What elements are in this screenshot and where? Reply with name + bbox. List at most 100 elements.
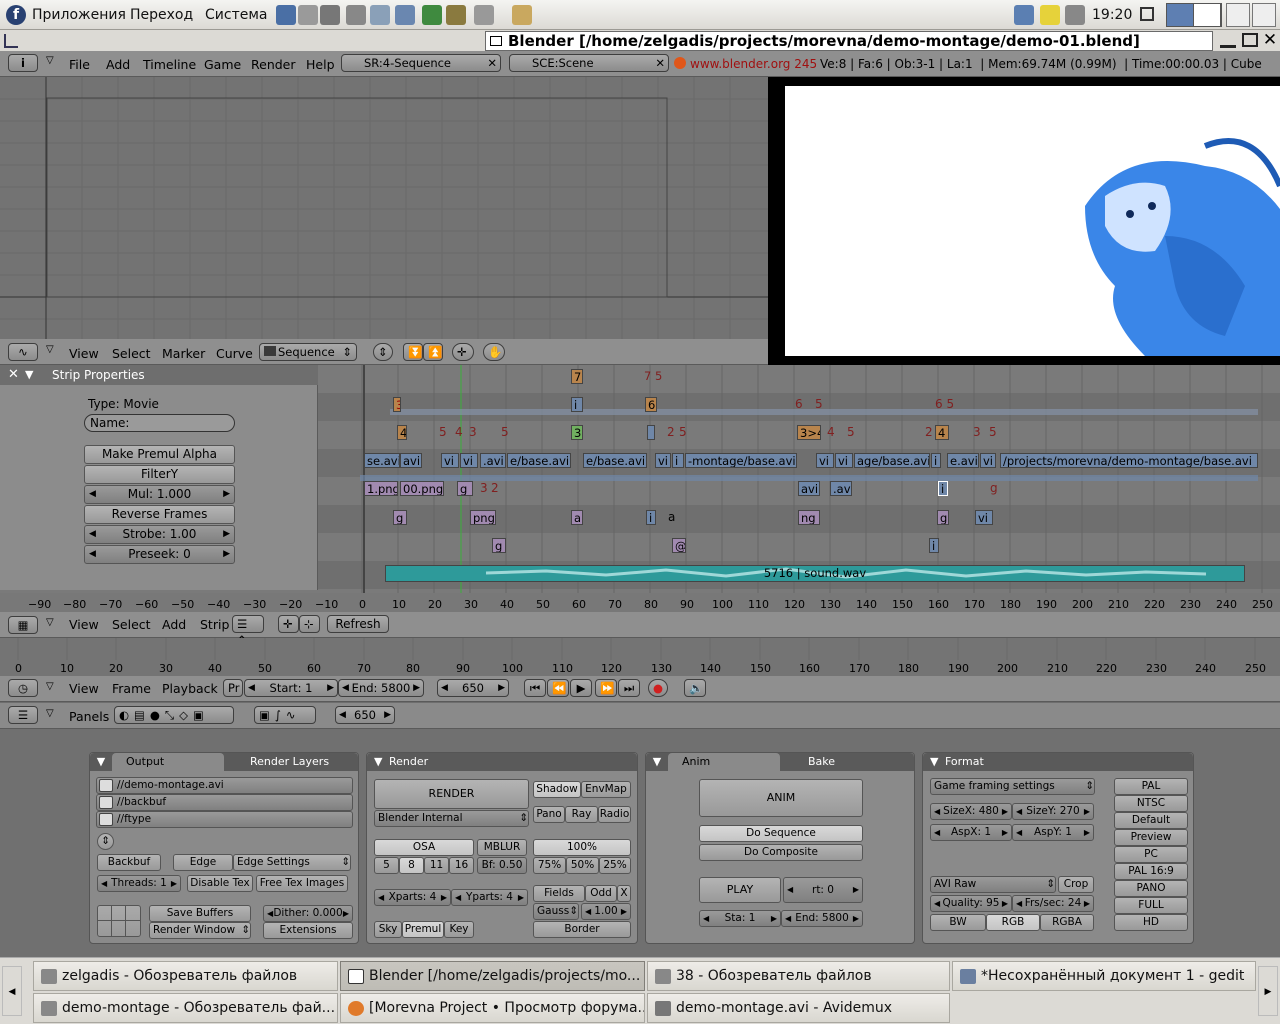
rgba-toggle[interactable]: RGBA: [1040, 914, 1094, 931]
task-file-manager-demo-montage[interactable]: demo-montage - Обозреватель фай...: [33, 993, 338, 1023]
rt-field[interactable]: ◀ rt: 0 ▶: [783, 877, 863, 903]
editor-type-timeline-icon[interactable]: ◷: [8, 679, 38, 697]
seq-menu-view[interactable]: View: [69, 617, 99, 632]
ipo-pin-icon[interactable]: ⏬: [403, 343, 423, 361]
key-toggle[interactable]: Key: [444, 921, 474, 938]
strip-name-field[interactable]: Name:: [84, 414, 235, 432]
osa-16[interactable]: 16: [449, 857, 474, 874]
ray-toggle[interactable]: Ray: [565, 806, 598, 823]
subcontext-buttons-group[interactable]: ▣∫∿: [254, 706, 316, 724]
seq-strip[interactable]: se.avi: [364, 453, 400, 468]
ipo-menu-marker[interactable]: Marker: [162, 346, 205, 361]
folder-icon[interactable]: [99, 779, 113, 792]
seq-strip[interactable]: vi: [975, 510, 993, 525]
seq-strip[interactable]: 4: [935, 425, 949, 440]
editor-type-sequencer-icon[interactable]: ▦: [8, 616, 38, 634]
seq-border-icon[interactable]: ⊹: [299, 615, 320, 633]
seq-strip[interactable]: @: [672, 538, 686, 553]
context-buttons-group[interactable]: ◐▤●⤡◇▣: [114, 706, 234, 724]
anim-button[interactable]: ANIM: [699, 779, 863, 817]
task-avidemux[interactable]: demo-montage.avi - Avidemux: [647, 993, 950, 1023]
preseek-field[interactable]: ◀ Preseek: 0 ▶: [84, 545, 235, 564]
start-frame-field[interactable]: ◀ Start: 1 ▶: [244, 679, 338, 697]
task-firefox-forum[interactable]: [Morevna Project • Просмотр форума...: [340, 993, 645, 1023]
audio-sync-icon[interactable]: 🔈: [684, 679, 706, 697]
play-anim-button[interactable]: PLAY: [699, 877, 781, 903]
seq-zoom-icon[interactable]: ✛: [278, 615, 299, 633]
collapse-arrow-icon[interactable]: ▽: [46, 617, 54, 628]
screen-selector[interactable]: SR:4-Sequence ✕: [341, 54, 501, 72]
anim-end-field[interactable]: ◀ End: 5800 ▶: [781, 910, 863, 927]
preset-pc[interactable]: PC: [1114, 846, 1188, 863]
taskbar-scroll-left[interactable]: ◀: [2, 966, 22, 1016]
seq-strip[interactable]: e/base.avi: [583, 453, 647, 468]
launcher-icon-6[interactable]: [395, 5, 415, 25]
save-buffers-button[interactable]: Save Buffers: [149, 905, 251, 922]
yparts-field[interactable]: ◀ Yparts: 4 ▶: [451, 889, 528, 906]
record-button[interactable]: ●: [648, 679, 668, 697]
close-button[interactable]: ✕: [1262, 31, 1278, 49]
prev-key-button[interactable]: ⏪: [547, 679, 569, 697]
odd-toggle[interactable]: Odd: [585, 885, 617, 902]
scene-link-dropdown[interactable]: ⇕: [97, 833, 114, 850]
next-key-button[interactable]: ⏩: [595, 679, 617, 697]
ipo-editor[interactable]: [0, 77, 768, 339]
workspace-switcher[interactable]: [1166, 3, 1222, 27]
sound-strip[interactable]: 5716 | sound.wav: [385, 565, 1245, 582]
seq-strip[interactable]: -montage/base.avi: [685, 453, 797, 468]
collapse-arrow-icon[interactable]: ▽: [46, 344, 54, 355]
sequencer-preview[interactable]: [768, 77, 1280, 365]
collapse-panel-icon[interactable]: ▼: [25, 365, 33, 385]
size-percent-75[interactable]: 75%: [533, 857, 566, 874]
sky-toggle[interactable]: Sky: [374, 921, 402, 938]
preset-ntsc[interactable]: NTSC: [1114, 795, 1188, 812]
collapse-arrow-icon[interactable]: ▽: [46, 681, 54, 692]
fps-field[interactable]: ◀ Frs/sec: 24 ▶: [1012, 895, 1094, 912]
ipo-menu-view[interactable]: View: [69, 346, 99, 361]
ipo-type-selector[interactable]: Sequence ⇕: [259, 343, 357, 361]
ipo-key-icon[interactable]: ⏫: [423, 343, 443, 361]
preset-pano[interactable]: PANO: [1114, 880, 1188, 897]
ipo-menu-select[interactable]: Select: [112, 346, 151, 361]
seq-strip[interactable]: .avi: [830, 481, 852, 496]
seq-strip[interactable]: i: [938, 481, 948, 496]
task-file-manager-zelgadis[interactable]: zelgadis - Обозреватель файлов: [33, 961, 338, 991]
seq-strip[interactable]: 3>4: [797, 425, 821, 440]
seq-strip[interactable]: [647, 425, 655, 440]
seq-strip[interactable]: i: [672, 453, 684, 468]
jump-end-button[interactable]: ⏭: [618, 679, 640, 697]
tab-bake[interactable]: Bake: [780, 753, 835, 771]
dispwin-grid-icon[interactable]: [97, 905, 141, 937]
scene-selector[interactable]: SCE:Scene ✕: [509, 54, 669, 72]
seq-strip[interactable]: avi: [798, 481, 820, 496]
disable-tex-button[interactable]: Disable Tex: [187, 875, 253, 892]
menu-timeline[interactable]: Timeline: [143, 57, 196, 72]
seq-strip[interactable]: 3: [393, 397, 401, 412]
tab-output[interactable]: Output: [112, 753, 224, 771]
seq-menu-add[interactable]: Add: [162, 617, 186, 632]
size-percent-100[interactable]: 100%: [533, 839, 631, 856]
task-gedit[interactable]: *Несохранённый документ 1 - gedit: [952, 961, 1256, 991]
strobe-field[interactable]: ◀ Strobe: 1.00 ▶: [84, 525, 235, 544]
seq-strip[interactable]: 4: [397, 425, 407, 440]
osa-11[interactable]: 11: [424, 857, 449, 874]
backbuf-path-field[interactable]: //backbuf: [96, 794, 353, 811]
extensions-button[interactable]: Extensions: [263, 922, 353, 939]
minimize-button[interactable]: [1220, 34, 1236, 48]
seq-strip[interactable]: vi: [460, 453, 478, 468]
launcher-icon-3[interactable]: [320, 5, 340, 25]
output-path-field[interactable]: //demo-montage.avi: [96, 777, 353, 794]
seq-strip[interactable]: a: [571, 510, 583, 525]
window-menu-icon[interactable]: [4, 34, 18, 48]
buttons-frame-field[interactable]: ◀ 650 ▶: [335, 706, 395, 724]
clock[interactable]: 19:20: [1092, 7, 1132, 23]
tab-render-layers[interactable]: Render Layers: [224, 753, 329, 771]
maximize-button[interactable]: [1242, 33, 1258, 47]
play-button[interactable]: ▶: [570, 679, 592, 697]
ipo-zoom-icon[interactable]: ✛: [452, 343, 474, 361]
preset-full[interactable]: FULL: [1114, 897, 1188, 914]
do-composite-toggle[interactable]: Do Composite: [699, 844, 863, 861]
panels-menu[interactable]: Panels: [69, 709, 109, 724]
render-window-dropdown[interactable]: Render Window ⇕: [149, 922, 251, 939]
timeline-menu-playback[interactable]: Playback: [162, 681, 218, 696]
